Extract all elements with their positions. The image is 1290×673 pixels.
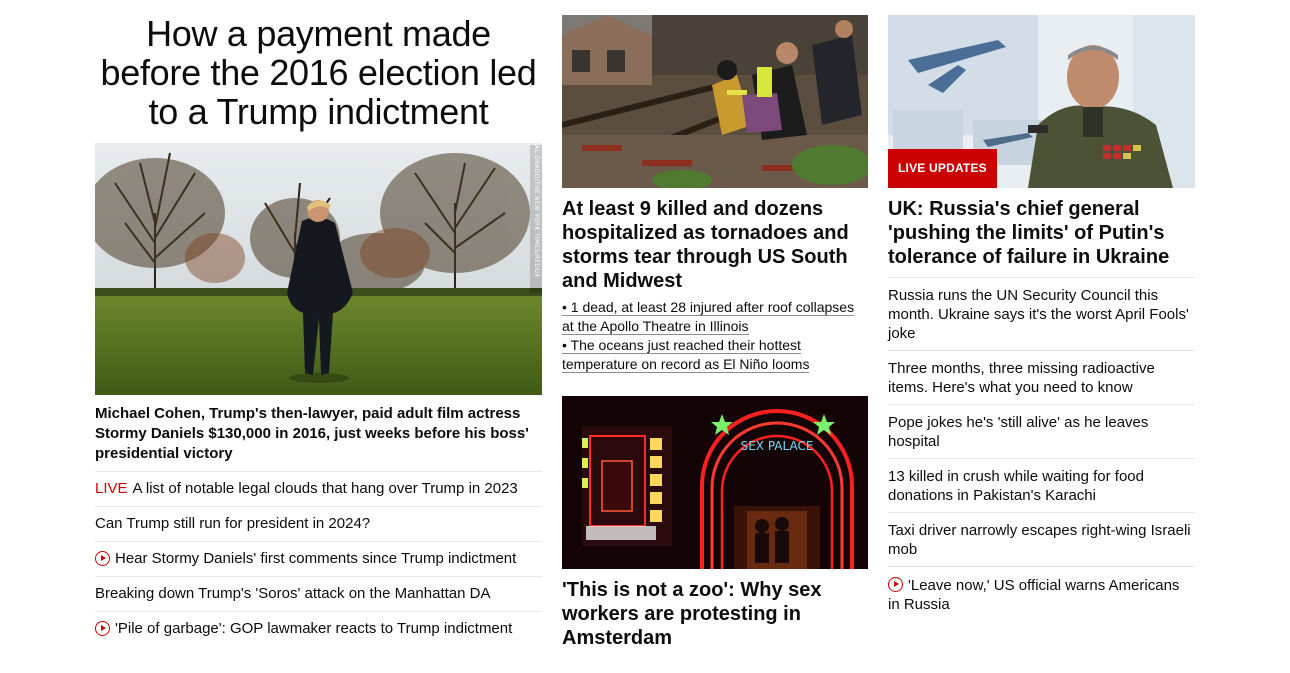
bullet-link[interactable]: • The oceans just reached their hottest … <box>562 336 868 374</box>
live-label: LIVE <box>95 480 128 497</box>
red-light-district-photo: SEX PALACE <box>562 396 868 569</box>
storm-related-bullets: • 1 dead, at least 28 injured after roof… <box>562 298 868 374</box>
right-links-list: Russia runs the UN Security Council this… <box>888 277 1195 621</box>
list-item[interactable]: Three months, three missing radioactive … <box>888 350 1195 404</box>
list-item[interactable]: 13 killed in crush while waiting for foo… <box>888 458 1195 512</box>
storm-story-image[interactable] <box>562 15 868 188</box>
link-text: Hear Stormy Daniels' first comments sinc… <box>115 550 517 567</box>
list-item[interactable]: Russia runs the UN Security Council this… <box>888 277 1195 350</box>
link-text: Breaking down Trump's 'Soros' attack on … <box>95 585 491 602</box>
list-item[interactable]: Hear Stormy Daniels' first comments sinc… <box>95 541 542 576</box>
amsterdam-story-image[interactable]: SEX PALACE <box>562 396 868 569</box>
link-text: 'Pile of garbage': GOP lawmaker reacts t… <box>115 620 513 637</box>
lead-story-image[interactable]: AL DRAGO/THE NEW YORK TIMES/REDUX <box>95 143 542 395</box>
play-video-icon <box>95 621 110 636</box>
amsterdam-story-headline[interactable]: 'This is not a zoo': Why sex workers are… <box>562 578 868 650</box>
rescue-workers-photo <box>562 15 868 188</box>
live-updates-badge: LIVE UPDATES <box>888 149 997 188</box>
list-item[interactable]: 'Leave now,' US official warns Americans… <box>888 566 1195 621</box>
list-item[interactable]: LIVE A list of notable legal clouds that … <box>95 471 542 506</box>
right-column: LIVE UPDATES UK: Russia's chief general … <box>888 0 1195 621</box>
lead-story-column: How a payment made before the 2016 elect… <box>95 0 542 646</box>
link-text: Can Trump still run for president in 202… <box>95 515 371 532</box>
lead-story-caption[interactable]: Michael Cohen, Trump's then-lawyer, paid… <box>95 404 542 464</box>
link-text: 'Leave now,' US official warns Americans… <box>888 577 1180 613</box>
lead-headline[interactable]: How a payment made before the 2016 elect… <box>95 14 542 131</box>
link-text: A list of notable legal clouds that hang… <box>132 480 518 497</box>
list-item[interactable]: Pope jokes he's 'still alive' as he leav… <box>888 404 1195 458</box>
play-video-icon <box>95 551 110 566</box>
bullet-link[interactable]: • 1 dead, at least 28 injured after roof… <box>562 298 868 336</box>
trump-walking-photo <box>95 143 542 395</box>
list-item[interactable]: 'Pile of garbage': GOP lawmaker reacts t… <box>95 611 542 646</box>
play-video-icon <box>888 577 903 592</box>
russia-story-image[interactable]: LIVE UPDATES <box>888 15 1195 188</box>
list-item[interactable]: Breaking down Trump's 'Soros' attack on … <box>95 576 542 611</box>
sex-palace-sign-text: SEX PALACE <box>741 439 814 453</box>
list-item[interactable]: Can Trump still run for president in 202… <box>95 506 542 541</box>
related-links-list: LIVE A list of notable legal clouds that … <box>95 471 542 646</box>
photo-credit: AL DRAGO/THE NEW YORK TIMES/REDUX <box>530 145 542 293</box>
russia-story-headline[interactable]: UK: Russia's chief general 'pushing the … <box>888 197 1195 269</box>
middle-column: At least 9 killed and dozens hospitalize… <box>562 0 868 650</box>
storm-story-headline[interactable]: At least 9 killed and dozens hospitalize… <box>562 197 868 293</box>
list-item[interactable]: Taxi driver narrowly escapes right-wing … <box>888 512 1195 566</box>
